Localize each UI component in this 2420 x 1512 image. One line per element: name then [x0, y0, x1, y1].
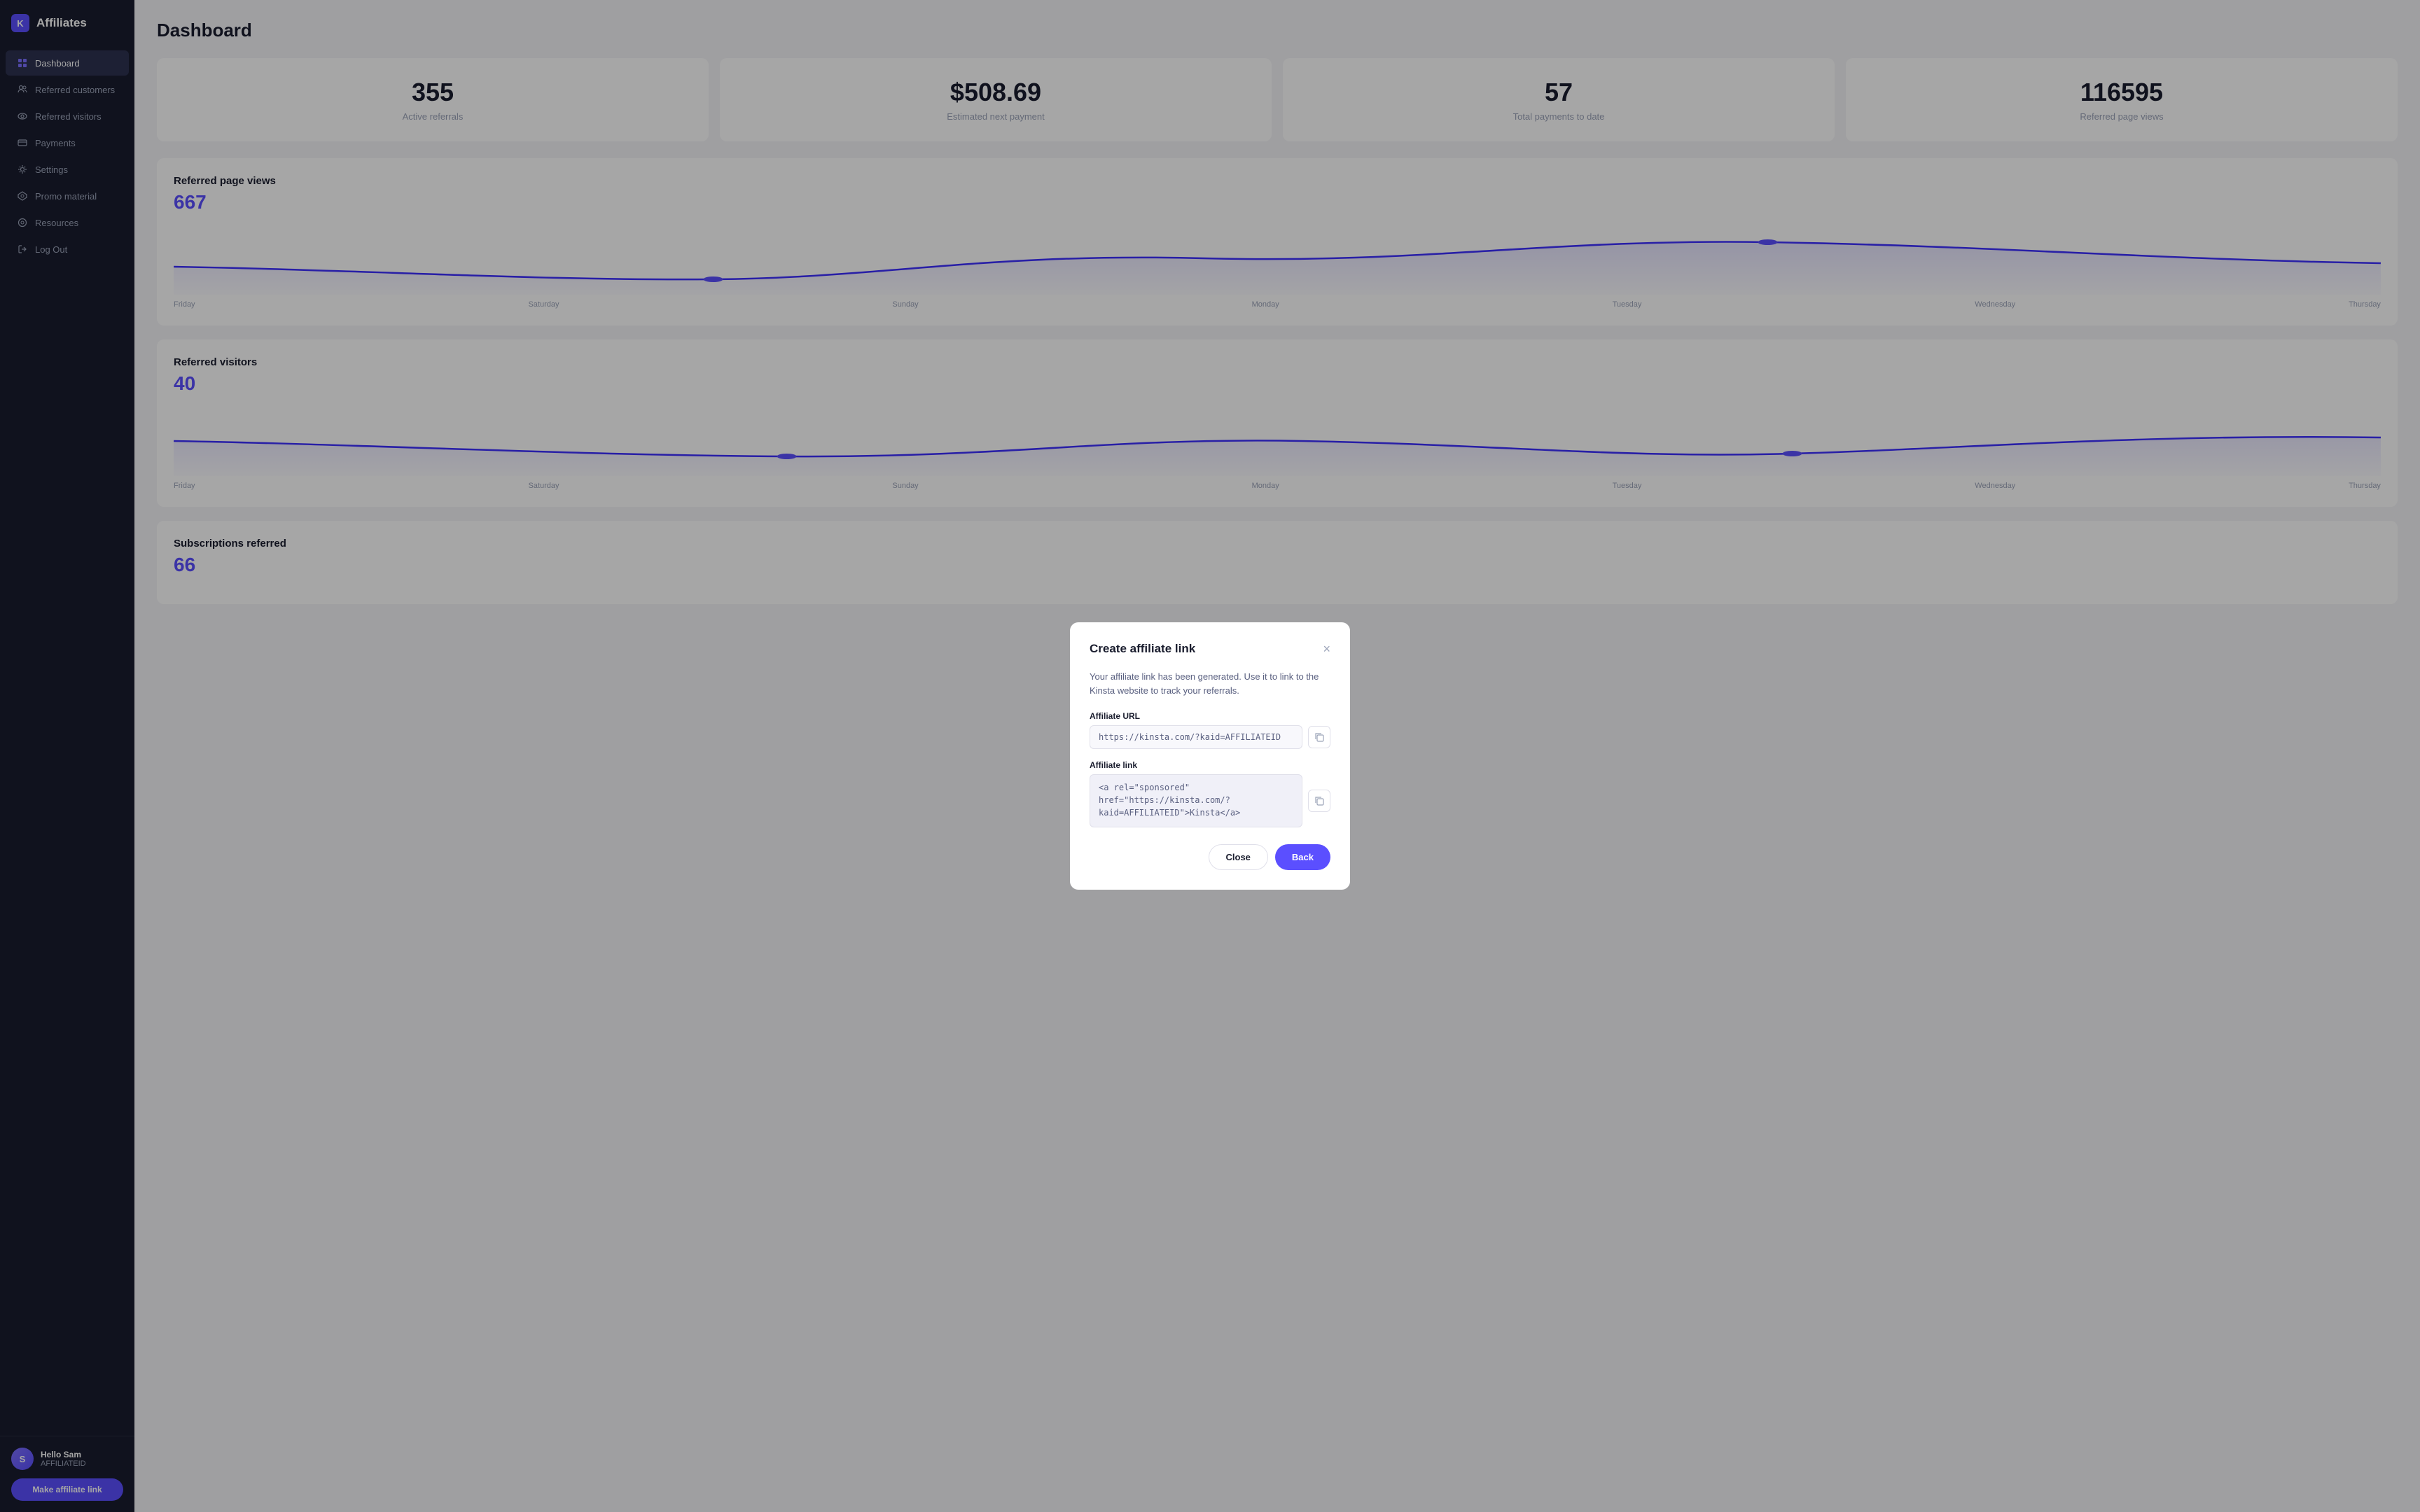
back-button[interactable]: Back — [1275, 844, 1330, 870]
close-button[interactable]: Close — [1209, 844, 1268, 870]
modal-header: Create affiliate link × — [1090, 642, 1330, 656]
modal-close-button[interactable]: × — [1323, 643, 1330, 655]
copy-url-button[interactable] — [1308, 726, 1330, 748]
affiliate-url-label: Affiliate URL — [1090, 711, 1330, 721]
affiliate-link-row: <a rel="sponsored" href="https://kinsta.… — [1090, 774, 1330, 827]
create-affiliate-link-modal: Create affiliate link × Your affiliate l… — [1070, 622, 1350, 890]
modal-overlay: Create affiliate link × Your affiliate l… — [0, 0, 2420, 1512]
modal-title: Create affiliate link — [1090, 642, 1195, 656]
modal-actions: Close Back — [1090, 844, 1330, 870]
modal-description: Your affiliate link has been generated. … — [1090, 670, 1330, 697]
affiliate-url-input[interactable] — [1090, 725, 1302, 749]
affiliate-link-textarea[interactable]: <a rel="sponsored" href="https://kinsta.… — [1090, 774, 1302, 827]
affiliate-link-label: Affiliate link — [1090, 760, 1330, 770]
affiliate-url-row — [1090, 725, 1330, 749]
copy-link-button[interactable] — [1308, 790, 1330, 812]
